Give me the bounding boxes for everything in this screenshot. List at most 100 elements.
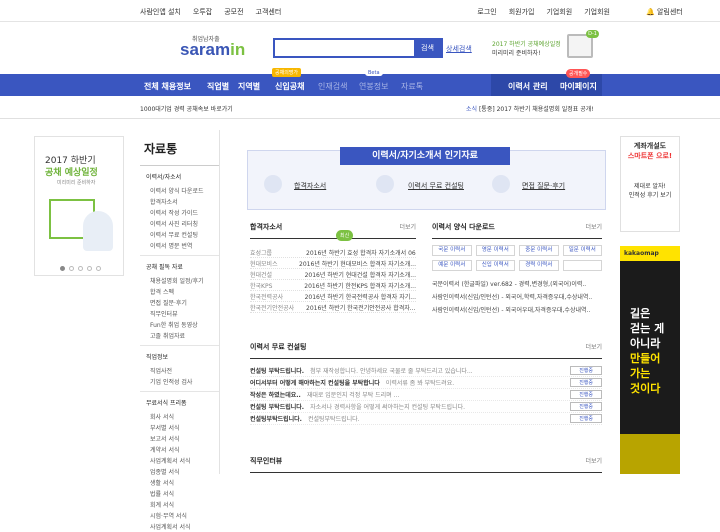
contest-link[interactable]: 공모전 (224, 7, 243, 17)
search-button[interactable]: 검색 (414, 40, 441, 56)
resume-consult-link[interactable]: 이력서 무료 컨설팅 (408, 181, 464, 191)
list-item[interactable]: 사람인이력서(신입/인턴선) - 외국어,학력,자격증우대,수상내역.. (432, 292, 602, 301)
sidebar-section[interactable]: 이력서/자소서 (140, 166, 219, 185)
sidebar-item[interactable]: 업종별 서식 (140, 466, 219, 477)
sidebar-section[interactable]: 직업정보 (140, 346, 219, 365)
nav-by-job[interactable]: 직업별 (207, 81, 229, 92)
search-input[interactable] (275, 40, 414, 56)
nav-talent-search[interactable]: 인재검색 (318, 81, 347, 92)
sidebar-item[interactable]: 합격 스펙 (140, 286, 219, 297)
sidebar-item[interactable]: 직업사전 (140, 365, 219, 376)
interview-link[interactable]: 면접 질문·후기 (522, 181, 565, 191)
pass-essay-link[interactable]: 합격자소서 (294, 181, 326, 191)
pager-dot[interactable] (87, 266, 92, 271)
sidebar-item[interactable]: 이력서 명문 번역 (140, 240, 219, 251)
calendar-icon[interactable]: D-1 (567, 30, 599, 58)
sidebar-item[interactable]: 생활 서식 (140, 477, 219, 488)
sidebar-item[interactable]: 사업계획서 서식 (140, 521, 219, 532)
sidebar-section[interactable]: 무료서식 프리폼 (140, 392, 219, 411)
sidebar-item[interactable]: 보고서 서식 (140, 433, 219, 444)
table-row[interactable]: 한국전력공사 2016년 하반기 한국전력공사 합격자 자기... (250, 291, 416, 302)
resume-type-button[interactable]: 예문 이력서 (432, 260, 472, 271)
app-install-link[interactable]: 사람인앱 설치 (140, 7, 181, 17)
sidebar-item[interactable]: 이력서 사진 리터칭 (140, 218, 219, 229)
sidebar-item[interactable]: 회사 서식 (140, 411, 219, 422)
pager-dot[interactable] (78, 266, 83, 271)
sidebar-item[interactable]: 기업 인적성 검사 (140, 376, 219, 387)
kakaomap-ad-banner[interactable]: kakaomap 길은 걷는 게 아니라 만들어 가는 것이다 (620, 246, 680, 474)
table-row[interactable]: 한국전기안전공사 2016년 하반기 한국전기안전공사 합격자... (250, 302, 416, 313)
left-promo-banner[interactable]: 2017 하반기 공채 예상일정 미리미리 준비하자 (34, 136, 124, 276)
sidebar-item[interactable]: 직무인터뷰 (140, 308, 219, 319)
sidebar-item[interactable]: Fun한 취업 동영상 (140, 319, 219, 330)
list-item[interactable]: 사람인이력서(신입/인턴선) - 외국어우대,자격증우대,수상내역.. (432, 305, 602, 314)
sidebar-item[interactable]: 합격자소서 (140, 196, 219, 207)
interview-panel: 직무인터뷰 더보기 (250, 456, 602, 473)
table-row[interactable]: 한국KPS 2016년 하반기 한전KPS 합격자 자기소개... (250, 280, 416, 291)
sidebar-item[interactable]: 계약서 서식 (140, 444, 219, 455)
notification-center[interactable]: 🔔 알림센터 (646, 7, 683, 17)
list-item[interactable]: 컨설팅부탁드립니다. 컨설팅부탁드립니다. 진행중 (250, 413, 602, 425)
sidebar-item[interactable]: 채용설명회 일정/후기 (140, 275, 219, 286)
nav-resume-manage[interactable]: 이력서 관리 (508, 81, 548, 92)
login-link[interactable]: 로그인 (477, 7, 496, 17)
sidebar-item[interactable]: 부서별 서식 (140, 422, 219, 433)
resume-type-button[interactable]: 신입 이력서 (475, 260, 515, 271)
sidebar-item[interactable]: 사업계획서 서식 (140, 455, 219, 466)
sidebar: 자료통 이력서/자소서 이력서 양식 다운로드 합격자소서 이력서 작성 가이드… (140, 130, 220, 531)
nav-recruit[interactable]: 신입공채 (275, 81, 304, 92)
pager-dot[interactable] (96, 266, 101, 271)
beta-tag: Beta (365, 70, 383, 76)
ticker-left-link[interactable]: 1000대기업 경력 공채속보 바로가기 (140, 104, 233, 113)
right-ad-banner[interactable]: 계좌개설도 스마트폰 으로! 제대로 알자! 인적성 후기 보기 (620, 136, 680, 232)
list-item[interactable]: 어디서부터 어떻게 해야하는지 컨설팅을 부탁합니다 이력서류 좀 봐 부탁드려요… (250, 377, 602, 389)
list-item[interactable]: 컨설팅 부탁드립니다. 자소서나 경력사항을 어떻게 써야하는지 컨설팅 부탁드립… (250, 401, 602, 413)
nav-salary[interactable]: 연봉정보 (359, 81, 388, 92)
resume-type-button[interactable]: 영문 이력서 (475, 245, 515, 256)
company-service-link[interactable]: 기업회원 (584, 7, 610, 17)
header: 취업남자출 saramin 검색 상세검색 2017 하반기 공채예상일정 미리… (180, 30, 599, 59)
table-row[interactable]: 현대건설 2016년 하반기 현대건설 합격자 자기소개... (250, 269, 416, 280)
sidebar-item[interactable]: 법률 서식 (140, 488, 219, 499)
list-item[interactable]: 작성은 하였는데요.. 재대로 입문인지 걱정 부탁 드리며 ... 진행중 (250, 389, 602, 401)
otojob-link[interactable]: 오투잡 (193, 7, 212, 17)
nav-resources[interactable]: 자료톡 (401, 81, 423, 92)
news-ticker: 1000대기업 경력 공채속보 바로가기 소식 [통중] 2017 하반기 채용… (0, 96, 720, 119)
person-illustration (83, 211, 113, 251)
interview-icon (492, 175, 510, 193)
table-row[interactable]: 효성그룹 2016년 하반기 효성 합격자 자기소개서 06 (250, 247, 416, 258)
new-ribbon: 최신 (336, 230, 354, 241)
signup-link[interactable]: 회원가입 (509, 7, 535, 17)
resume-type-button[interactable]: 일문 이력서 (562, 245, 602, 256)
nav-all-jobs[interactable]: 전체 채용정보 (144, 81, 191, 92)
more-link[interactable]: 더보기 (585, 342, 602, 351)
sidebar-item[interactable]: 이력서 양식 다운로드 (140, 185, 219, 196)
sidebar-item[interactable]: 회계 서식 (140, 499, 219, 510)
resume-type-button[interactable]: 국문 이력서 (432, 245, 472, 256)
more-link[interactable]: 더보기 (399, 222, 416, 231)
promo-text[interactable]: 2017 하반기 공채예상일정 미리미리 준비하자! (492, 40, 561, 58)
sidebar-item[interactable]: 이력서 무료 컨설팅 (140, 229, 219, 240)
resume-type-button[interactable]: 경력 이력서 (519, 260, 559, 271)
sidebar-item[interactable]: 시험·무역 서식 (140, 510, 219, 521)
nav-mypage[interactable]: 마이페이지 (560, 81, 597, 92)
company-member-link[interactable]: 기업회원 (546, 7, 572, 17)
support-link[interactable]: 고객센터 (256, 7, 282, 17)
sidebar-item[interactable]: 면접 질문·후기 (140, 297, 219, 308)
list-item[interactable]: 국문이력서 (한글파일) ver.682 - 경력,변경형,(외국어)이력.. (432, 279, 602, 288)
list-item[interactable]: 컨설팅 부탁드립니다. 첨부 재작성합니다. 안녕하세요 국물로 줄 부탁드리고 … (250, 365, 602, 377)
pager-dot[interactable] (60, 266, 65, 271)
pager-dot[interactable] (69, 266, 74, 271)
sidebar-section[interactable]: 공채 필독 자료 (140, 256, 219, 275)
resume-type-button[interactable]: 중문 이력서 (519, 245, 559, 256)
more-link[interactable]: 더보기 (585, 456, 602, 465)
nav-by-region[interactable]: 지역별 (238, 81, 260, 92)
sidebar-item[interactable]: 이력서 작성 가이드 (140, 207, 219, 218)
ticker-right-link[interactable]: 소식 [통중] 2017 하반기 채용설명회 일정표 공개! (466, 104, 594, 113)
resume-type-button[interactable] (562, 260, 602, 271)
popular-resources-box: 이력서/자기소개서 인기자료 합격자소서 이력서 무료 컨설팅 면접 질문·후기 (247, 147, 606, 210)
more-link[interactable]: 더보기 (585, 222, 602, 231)
table-row[interactable]: 현대모비스 2016년 하반기 현대모비스 합격자 자기소개... (250, 258, 416, 269)
detail-search-link[interactable]: 상세검색 (446, 44, 472, 54)
sidebar-item[interactable]: 고졸 취업자료 (140, 330, 219, 341)
